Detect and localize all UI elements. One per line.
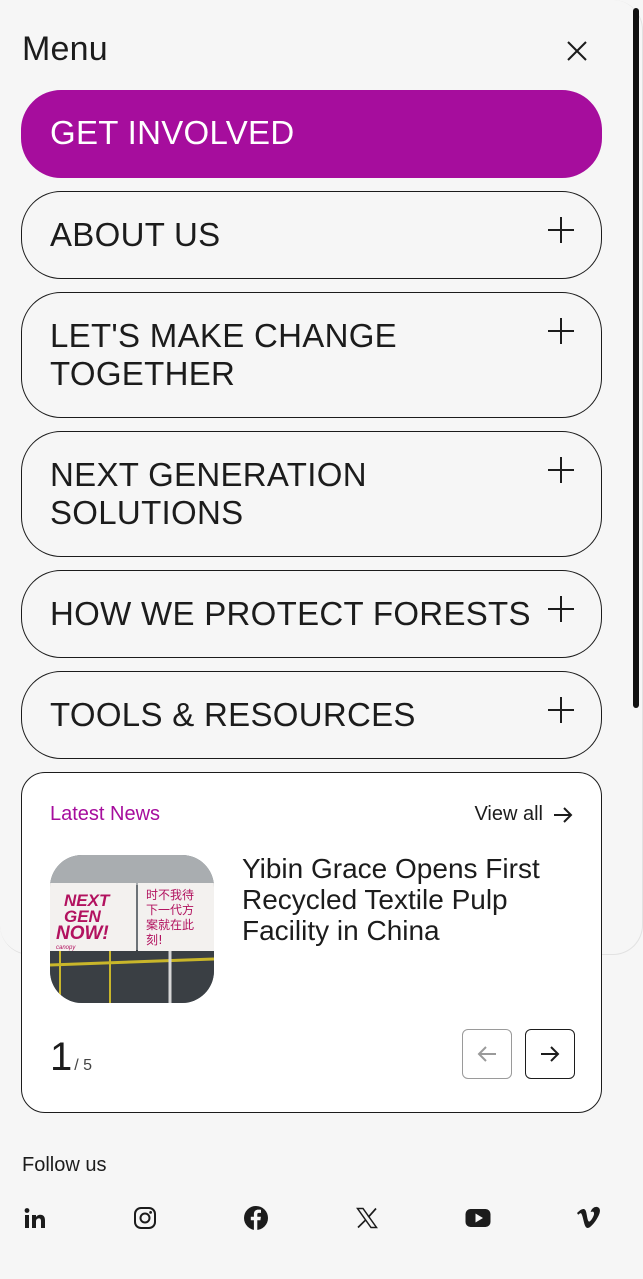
menu-item-label: ABOUT US [50, 216, 221, 253]
plus-icon[interactable] [547, 696, 575, 724]
next-news-button[interactable] [525, 1029, 575, 1079]
menu-item-get-involved[interactable]: GET INVOLVED [21, 90, 602, 178]
banner-text-3: NOW! [56, 923, 109, 944]
follow-us-label: Follow us [22, 1154, 107, 1176]
latest-news-card: Latest News View all NEXT GEN NOW! canop… [21, 772, 602, 1113]
banner-brand: canopy [56, 945, 76, 951]
news-headline[interactable]: Yibin Grace Opens First Recycled Textile… [242, 853, 572, 946]
menu-item-about-us[interactable]: ABOUT US [21, 191, 602, 279]
facebook-icon [244, 1206, 268, 1230]
x-icon [356, 1207, 378, 1229]
menu-item-label: HOW WE PROTECT FORESTS [50, 595, 531, 632]
view-all-link[interactable]: View all [474, 803, 573, 826]
menu-item-lets-make-change[interactable]: LET'S MAKE CHANGE TOGETHER [21, 292, 602, 418]
page-current: 1 [50, 1035, 73, 1079]
plus-icon[interactable] [547, 317, 575, 345]
youtube-icon [465, 1209, 491, 1227]
arrow-right-icon [554, 806, 573, 823]
banner-cn-4: 刻! [146, 933, 163, 947]
news-thumbnail[interactable]: NEXT GEN NOW! canopy 时不我待 下一代方 案就在此 刻! [50, 855, 214, 1003]
vimeo-icon [577, 1206, 600, 1228]
menu-item-label: NEXT GENERATION SOLUTIONS [50, 456, 367, 531]
linkedin-link[interactable] [22, 1205, 48, 1231]
x-link[interactable] [354, 1205, 380, 1231]
close-icon [567, 41, 587, 61]
instagram-link[interactable] [132, 1205, 158, 1231]
menu-item-next-gen-solutions[interactable]: NEXT GENERATION SOLUTIONS [21, 431, 602, 557]
banner-cn-1: 时不我待 [146, 888, 194, 902]
youtube-link[interactable] [465, 1205, 491, 1231]
prev-news-button[interactable] [462, 1029, 512, 1079]
facebook-link[interactable] [243, 1205, 269, 1231]
scrollbar-thumb[interactable] [633, 8, 639, 708]
menu-item-tools-resources[interactable]: TOOLS & RESOURCES [21, 671, 602, 759]
menu-title: Menu [22, 30, 108, 68]
menu-item-protect-forests[interactable]: HOW WE PROTECT FORESTS [21, 570, 602, 658]
latest-news-title: Latest News [50, 803, 161, 825]
close-button[interactable] [560, 34, 594, 68]
banner-cn-2: 下一代方 [146, 902, 194, 917]
page-total: / 5 [74, 1057, 93, 1074]
menu-item-label: GET INVOLVED [50, 114, 295, 151]
menu-item-label: LET'S MAKE CHANGE TOGETHER [50, 317, 397, 392]
news-photo: NEXT GEN NOW! canopy 时不我待 下一代方 案就在此 刻! [50, 855, 214, 1003]
instagram-icon [134, 1207, 156, 1229]
scrollbar[interactable] [630, 0, 642, 955]
banner-cn-3: 案就在此 [146, 917, 194, 932]
arrow-left-icon [477, 1046, 496, 1062]
linkedin-icon [24, 1208, 45, 1228]
arrow-right-icon [541, 1046, 560, 1062]
view-all-label: View all [474, 803, 543, 825]
plus-icon[interactable] [547, 595, 575, 623]
plus-icon[interactable] [547, 216, 575, 244]
plus-icon[interactable] [547, 456, 575, 484]
vimeo-link[interactable] [576, 1205, 602, 1231]
news-pager: 1 / 5 [50, 1035, 92, 1080]
menu-item-label: TOOLS & RESOURCES [50, 696, 416, 733]
